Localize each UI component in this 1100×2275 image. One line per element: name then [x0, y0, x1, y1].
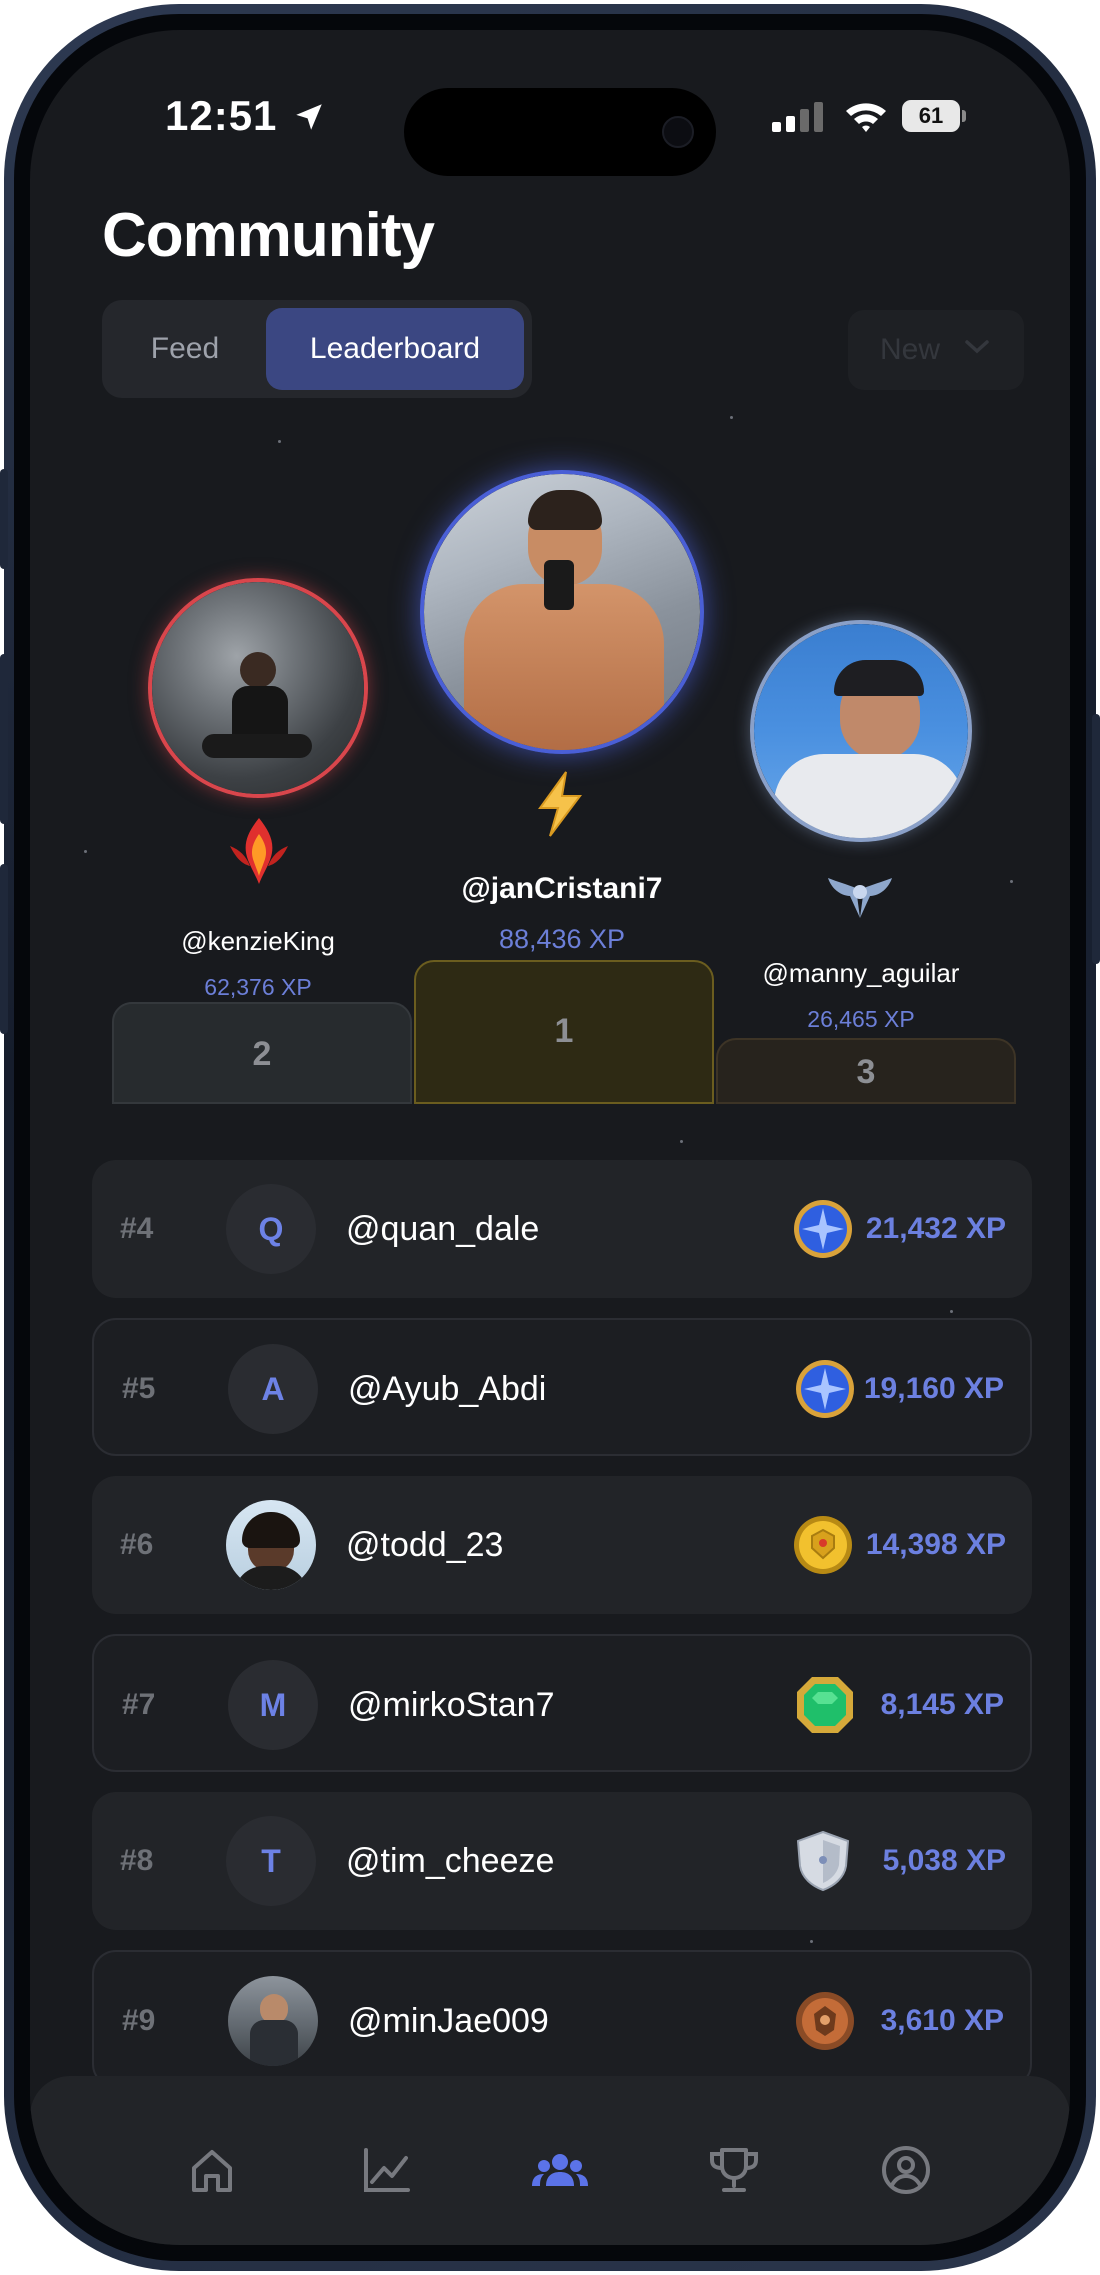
rank-number: #9	[122, 2004, 156, 2037]
username: @quan_dale	[346, 1210, 540, 1248]
emerald-gem-icon	[797, 1677, 853, 1733]
location-arrow-icon	[296, 104, 322, 130]
avatar	[226, 1500, 316, 1590]
podium-place-first: 1	[554, 1012, 574, 1050]
podium-block-first: 1	[414, 960, 714, 1104]
battery-icon: 61	[902, 100, 960, 132]
blue-orb-icon	[794, 1200, 852, 1258]
chevron-down-icon	[965, 340, 989, 354]
segmented-control: Feed Leaderboard	[102, 300, 532, 398]
phone-frame: 12:51 61 Community Feed Leaderboard New …	[0, 4, 1100, 2271]
xp-value: 21,432 XP	[865, 1212, 1006, 1245]
username: @todd_23	[346, 1526, 504, 1564]
avatar: A	[228, 1344, 318, 1434]
podium-block-second: 2	[112, 1002, 412, 1104]
username: @tim_cheeze	[346, 1842, 555, 1880]
sort-dropdown[interactable]: New	[848, 310, 1024, 390]
volume-up-button	[0, 654, 8, 824]
podium-third-username: @manny_aguilar	[762, 958, 960, 988]
xp-value: 5,038 XP	[882, 1844, 1006, 1877]
avatar: M	[228, 1660, 318, 1750]
username: @mirkoStan7	[348, 1686, 555, 1724]
podium-third-xp: 26,465 XP	[807, 1006, 915, 1032]
flame-badge-icon	[230, 818, 288, 884]
blue-orb-icon	[796, 1360, 854, 1418]
app-screen: 12:51 61 Community Feed Leaderboard New …	[30, 30, 1070, 2245]
podium-block-third: 3	[716, 1038, 1016, 1104]
lightning-badge-icon	[538, 771, 582, 837]
avatar: Q	[226, 1184, 316, 1274]
wifi-icon	[846, 103, 886, 132]
leaderboard-row[interactable]: #9 @minJae009 3,610 XP	[92, 1950, 1032, 2088]
status-time: 12:51	[165, 92, 278, 139]
leaderboard-row[interactable]: #6 @todd_23 14,398 XP	[92, 1476, 1032, 1614]
podium-second-avatar[interactable]	[148, 578, 368, 798]
podium-first-avatar[interactable]	[420, 470, 704, 754]
dynamic-island	[404, 88, 716, 176]
tab-leaderboard[interactable]: Leaderboard	[266, 308, 524, 390]
trophy-icon[interactable]	[704, 2140, 764, 2200]
battery-level: 61	[918, 103, 944, 128]
gold-coin-icon	[794, 1516, 852, 1574]
page-title: Community	[102, 201, 435, 270]
leaderboard-row[interactable]: #7 M @mirkoStan7 8,145 XP	[92, 1634, 1032, 1772]
tab-bar	[30, 2076, 1070, 2245]
username: @minJae009	[348, 2002, 549, 2040]
sort-label: New	[880, 333, 941, 366]
rank-number: #4	[120, 1212, 154, 1245]
power-button	[1092, 714, 1100, 964]
leaderboard-row[interactable]: #5 A @Ayub_Abdi 19,160 XP	[92, 1318, 1032, 1456]
rank-number: #5	[122, 1372, 156, 1405]
avatar: T	[226, 1816, 316, 1906]
podium-place-second: 2	[252, 1035, 272, 1073]
podium-place-third: 3	[856, 1053, 876, 1091]
xp-value: 8,145 XP	[880, 1688, 1004, 1721]
silver-shield-icon	[796, 1830, 850, 1892]
podium-second-xp: 62,376 XP	[204, 974, 312, 1000]
rank-number: #7	[122, 1688, 156, 1721]
podium-third-avatar[interactable]	[750, 620, 972, 842]
wing-badge-icon	[828, 878, 892, 918]
xp-value: 14,398 XP	[865, 1528, 1006, 1561]
chart-icon[interactable]	[356, 2140, 416, 2200]
tab-feed[interactable]: Feed	[110, 308, 260, 390]
action-button	[0, 469, 8, 569]
xp-value: 19,160 XP	[863, 1372, 1004, 1405]
rank-number: #8	[120, 1844, 154, 1877]
profile-icon[interactable]	[876, 2140, 936, 2200]
podium-first-username: @janCristani7	[461, 872, 663, 905]
username: @Ayub_Abdi	[348, 1370, 547, 1408]
podium-second-username: @kenzieKing	[181, 926, 335, 956]
home-icon[interactable]	[182, 2140, 242, 2200]
rank-number: #6	[120, 1528, 154, 1561]
podium-first-xp: 88,436 XP	[498, 924, 626, 954]
community-icon[interactable]	[530, 2140, 590, 2200]
volume-down-button	[0, 864, 8, 1034]
cellular-signal-icon	[772, 102, 823, 132]
leaderboard-row[interactable]: #8 T @tim_cheeze 5,038 XP	[92, 1792, 1032, 1930]
bronze-medal-icon	[796, 1992, 854, 2050]
avatar	[228, 1976, 318, 2066]
leaderboard-row[interactable]: #4 Q @quan_dale 21,432 XP	[92, 1160, 1032, 1298]
xp-value: 3,610 XP	[880, 2004, 1004, 2037]
